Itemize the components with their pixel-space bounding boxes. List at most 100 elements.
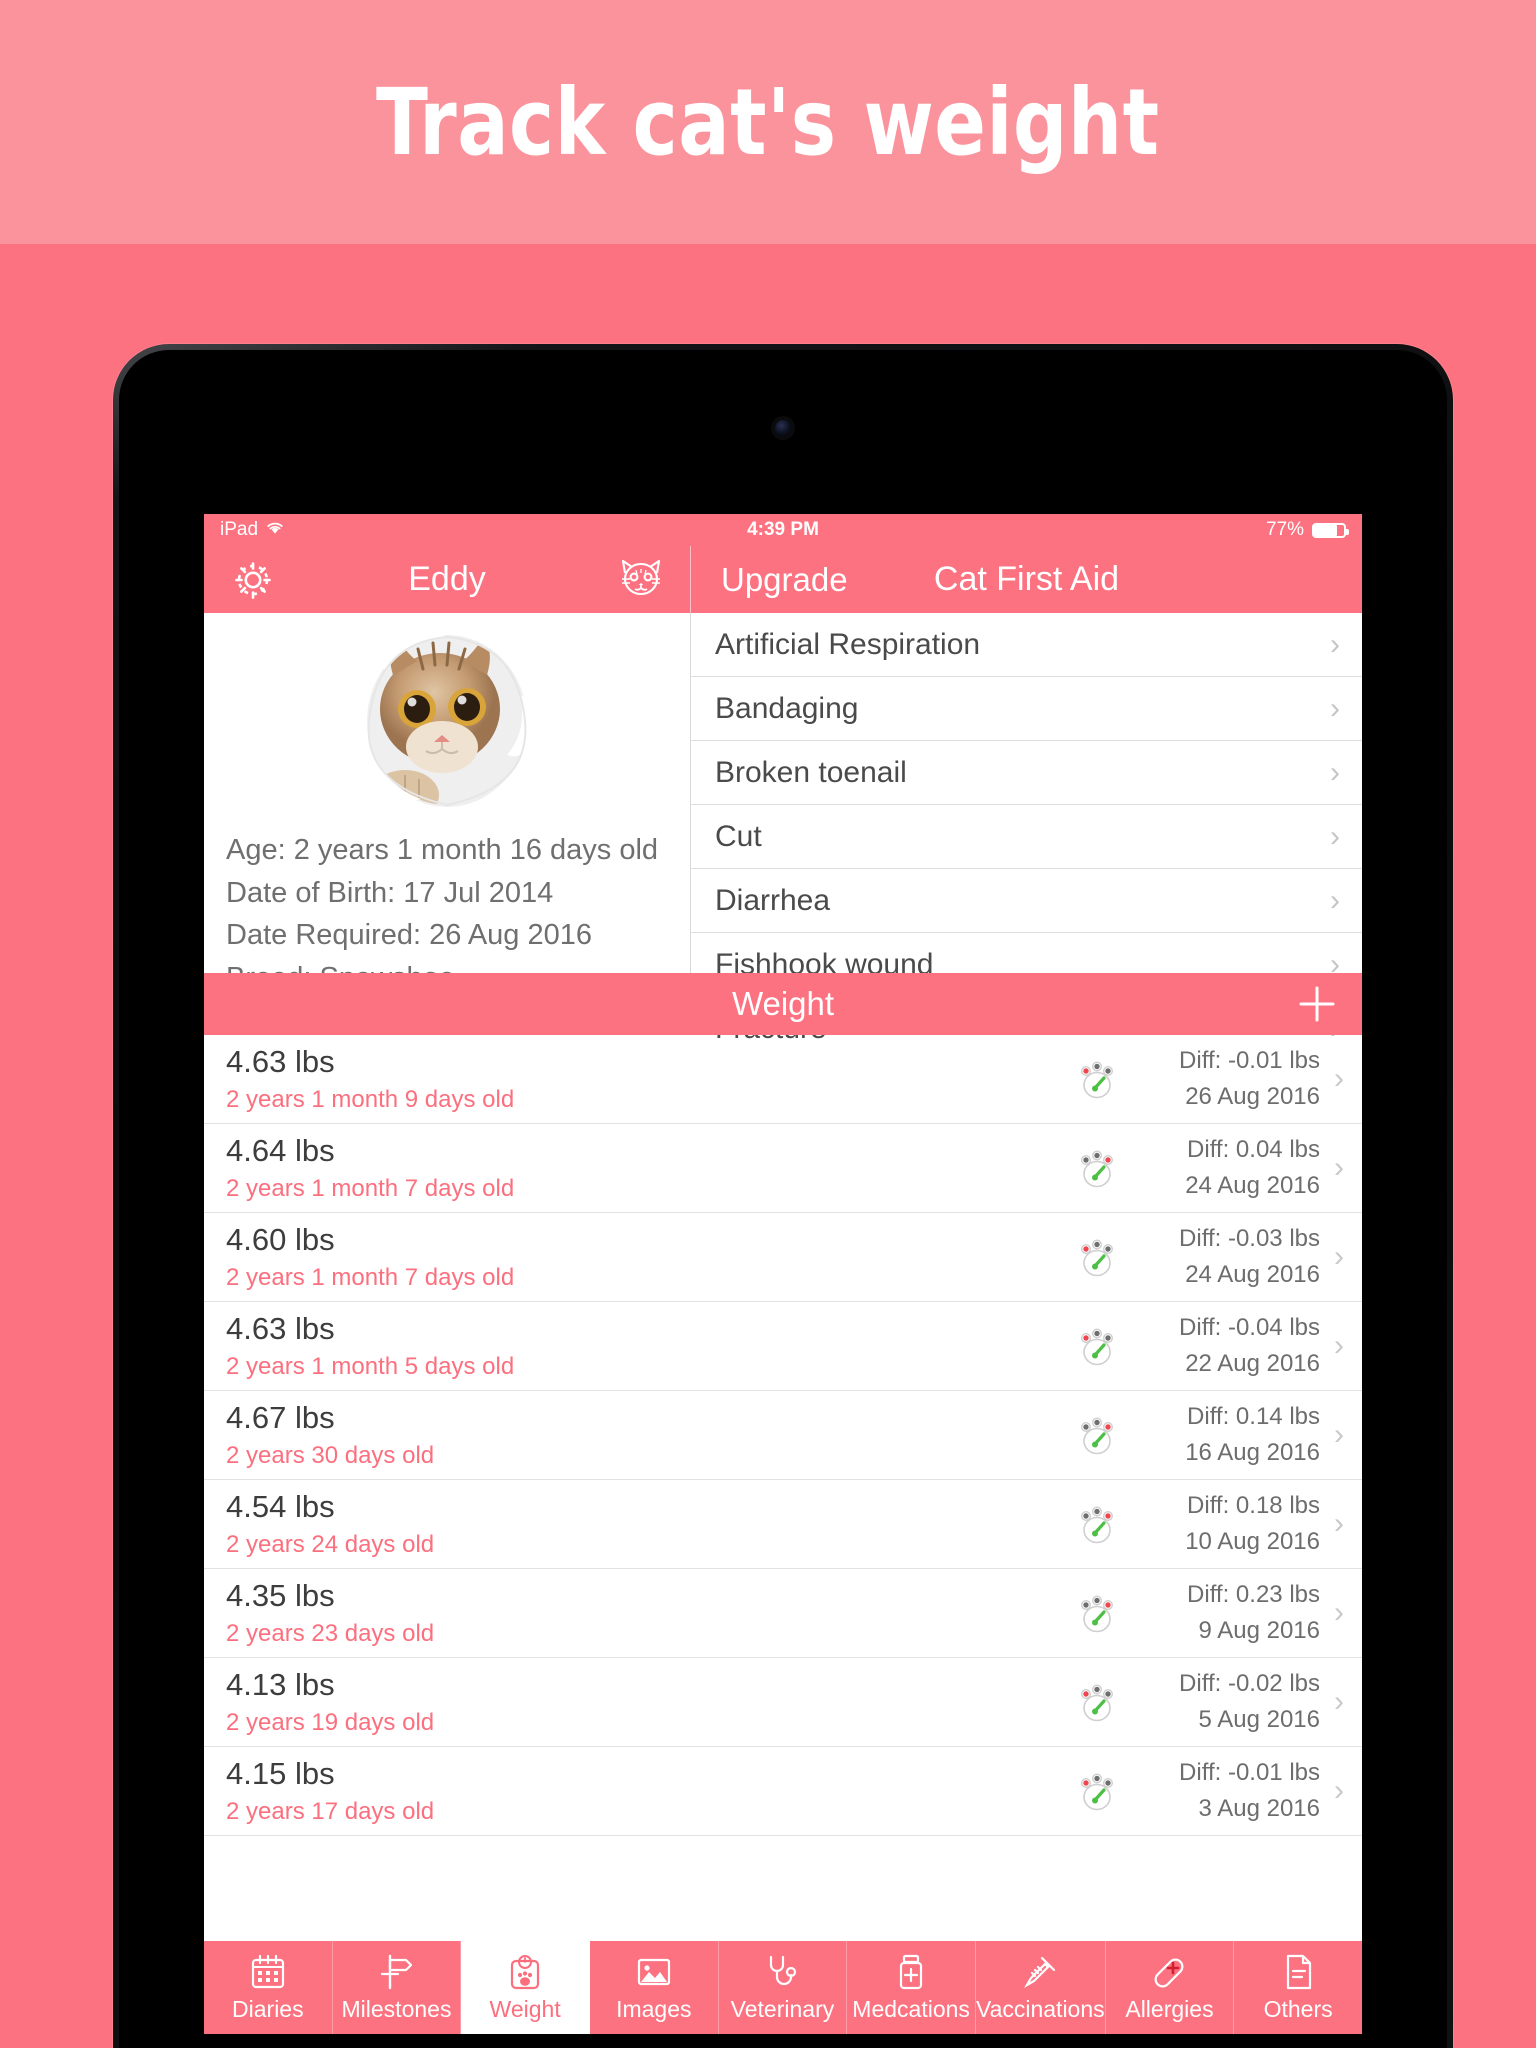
battery-icon (1312, 522, 1349, 538)
photo-icon (634, 1952, 674, 1992)
table-row[interactable]: 4.67 lbs 2 years 30 days old Diff: 0.14 … (204, 1391, 1362, 1480)
table-row[interactable]: 4.60 lbs 2 years 1 month 7 days old Diff… (204, 1213, 1362, 1302)
signpost-icon (376, 1952, 416, 1992)
weight-age: 2 years 1 month 9 days old (226, 1086, 515, 1113)
list-item[interactable]: Cut › (691, 805, 1362, 869)
table-row[interactable]: 4.64 lbs 2 years 1 month 7 days old Diff… (204, 1124, 1362, 1213)
syringe-icon (1020, 1952, 1060, 1992)
wifi-icon (265, 519, 285, 541)
tab-others[interactable]: Others (1234, 1941, 1362, 2034)
weight-date: 5 Aug 2016 (1198, 1706, 1320, 1733)
list-item[interactable]: Bandaging › (691, 677, 1362, 741)
gear-icon[interactable] (230, 557, 276, 603)
weight-row-main: 4.60 lbs 2 years 1 month 7 days old (226, 1222, 1074, 1292)
weight-section-title: Weight (731, 985, 835, 1022)
tab-images[interactable]: Images (590, 1941, 719, 2034)
document-icon (1278, 1952, 1318, 1992)
plus-icon[interactable] (1298, 985, 1336, 1023)
table-row[interactable]: 4.13 lbs 2 years 19 days old Diff: -0.02… (204, 1658, 1362, 1747)
tab-milestones[interactable]: Milestones (333, 1941, 462, 2034)
weight-date: 10 Aug 2016 (1185, 1528, 1320, 1555)
weight-diff: Diff: -0.04 lbs (1179, 1314, 1320, 1341)
nav-right-pane: Upgrade Cat First Aid (691, 546, 1362, 613)
pill-bottle-icon (891, 1952, 931, 1992)
paw-scale-icon (1074, 1590, 1120, 1636)
tab-allergies[interactable]: Allergies (1106, 1941, 1235, 2034)
cat-photo (297, 623, 597, 819)
scale-icon (505, 1952, 545, 1992)
chevron-right-icon: › (1334, 1062, 1344, 1095)
banner-title: Track cat's weight (376, 68, 1160, 176)
weight-diff: Diff: 0.18 lbs (1187, 1492, 1320, 1519)
tab-vaccinations[interactable]: Vaccinations (976, 1941, 1106, 2034)
paw-scale-icon (1074, 1412, 1120, 1458)
tab-medications[interactable]: Medcations (847, 1941, 976, 2034)
weight-value: 4.64 lbs (226, 1133, 335, 1168)
paw-scale-icon (1074, 1768, 1120, 1814)
weight-age: 2 years 23 days old (226, 1620, 435, 1647)
table-row[interactable]: 4.54 lbs 2 years 24 days old Diff: 0.18 … (204, 1480, 1362, 1569)
weight-age: 2 years 1 month 7 days old (226, 1175, 515, 1202)
weight-diff: Diff: -0.01 lbs (1179, 1047, 1320, 1074)
first-aid-label: Cut (715, 819, 762, 853)
weight-row-main: 4.63 lbs 2 years 1 month 9 days old (226, 1044, 1074, 1114)
chevron-right-icon: › (1334, 1774, 1344, 1807)
chevron-right-icon: › (1334, 1151, 1344, 1184)
device-screen-area: iPad 4:39 PM 77% Eddy Upgrade Cat First … (119, 350, 1447, 2048)
weight-row-meta: Diff: -0.01 lbs 26 Aug 2016 (1136, 1047, 1320, 1111)
table-row[interactable]: 4.63 lbs 2 years 1 month 5 days old Diff… (204, 1302, 1362, 1391)
weight-age: 2 years 1 month 7 days old (226, 1264, 515, 1291)
chevron-right-icon: › (1334, 1507, 1344, 1540)
weight-value: 4.67 lbs (226, 1400, 335, 1435)
weight-value: 4.35 lbs (226, 1578, 335, 1613)
pet-profile-pane: Age: 2 years 1 month 16 days old Date of… (204, 613, 691, 994)
tab-diaries[interactable]: Diaries (204, 1941, 333, 2034)
weight-value: 4.15 lbs (226, 1756, 335, 1791)
tab-label: Others (1263, 1996, 1333, 2022)
front-camera-icon (775, 420, 791, 436)
content-split: Age: 2 years 1 month 16 days old Date of… (204, 613, 1362, 1045)
weight-row-meta: Diff: 0.14 lbs 16 Aug 2016 (1136, 1403, 1320, 1467)
table-row[interactable]: 4.63 lbs 2 years 1 month 9 days old Diff… (204, 1035, 1362, 1124)
table-row[interactable]: 4.15 lbs 2 years 17 days old Diff: -0.01… (204, 1747, 1362, 1836)
weight-value: 4.60 lbs (226, 1222, 335, 1257)
paw-scale-icon (1074, 1679, 1120, 1725)
tab-veterinary[interactable]: Veterinary (719, 1941, 848, 2034)
weight-row-main: 4.54 lbs 2 years 24 days old (226, 1489, 1074, 1559)
tab-label: Milestones (341, 1996, 452, 2022)
weight-date: 16 Aug 2016 (1185, 1439, 1320, 1466)
app-screen: iPad 4:39 PM 77% Eddy Upgrade Cat First … (204, 514, 1362, 2034)
weight-row-main: 4.13 lbs 2 years 19 days old (226, 1667, 1074, 1737)
chevron-right-icon: › (1334, 1418, 1344, 1451)
weight-value: 4.13 lbs (226, 1667, 335, 1702)
weight-row-meta: Diff: 0.04 lbs 24 Aug 2016 (1136, 1136, 1320, 1200)
nav-left-pane: Eddy (204, 546, 691, 613)
capsule-icon (1149, 1952, 1189, 1992)
navigation-bar: Eddy Upgrade Cat First Aid (204, 546, 1362, 613)
list-item[interactable]: Diarrhea › (691, 869, 1362, 933)
tab-label: Veterinary (730, 1996, 835, 2022)
weight-list: 4.63 lbs 2 years 1 month 9 days old Diff… (204, 1035, 1362, 1836)
weight-row-meta: Diff: 0.18 lbs 10 Aug 2016 (1136, 1492, 1320, 1556)
weight-row-main: 4.63 lbs 2 years 1 month 5 days old (226, 1311, 1074, 1381)
weight-age: 2 years 17 days old (226, 1798, 435, 1825)
pet-info-dob: Date of Birth: 17 Jul 2014 (226, 876, 554, 909)
cat-face-icon[interactable] (618, 557, 664, 603)
tab-weight[interactable]: Weight (461, 1941, 590, 2034)
list-item[interactable]: Broken toenail › (691, 741, 1362, 805)
weight-diff: Diff: 0.04 lbs (1187, 1136, 1320, 1163)
upgrade-button[interactable]: Upgrade (721, 561, 848, 599)
list-item[interactable]: Artificial Respiration › (691, 613, 1362, 677)
weight-age: 2 years 24 days old (226, 1531, 435, 1558)
weight-row-meta: Diff: -0.01 lbs 3 Aug 2016 (1136, 1759, 1320, 1823)
weight-diff: Diff: -0.01 lbs (1179, 1759, 1320, 1786)
chevron-right-icon: › (1334, 1596, 1344, 1629)
tab-bar: Diaries Milestones Weight Images Veterin… (204, 1941, 1362, 2034)
weight-date: 9 Aug 2016 (1198, 1617, 1320, 1644)
ipad-device-frame: iPad 4:39 PM 77% Eddy Upgrade Cat First … (113, 344, 1453, 2048)
pet-info-date-required: Date Required: 26 Aug 2016 (226, 919, 592, 952)
weight-date: 3 Aug 2016 (1198, 1795, 1320, 1822)
tab-label: Allergies (1125, 1996, 1214, 2022)
table-row[interactable]: 4.35 lbs 2 years 23 days old Diff: 0.23 … (204, 1569, 1362, 1658)
weight-diff: Diff: -0.03 lbs (1179, 1225, 1320, 1252)
